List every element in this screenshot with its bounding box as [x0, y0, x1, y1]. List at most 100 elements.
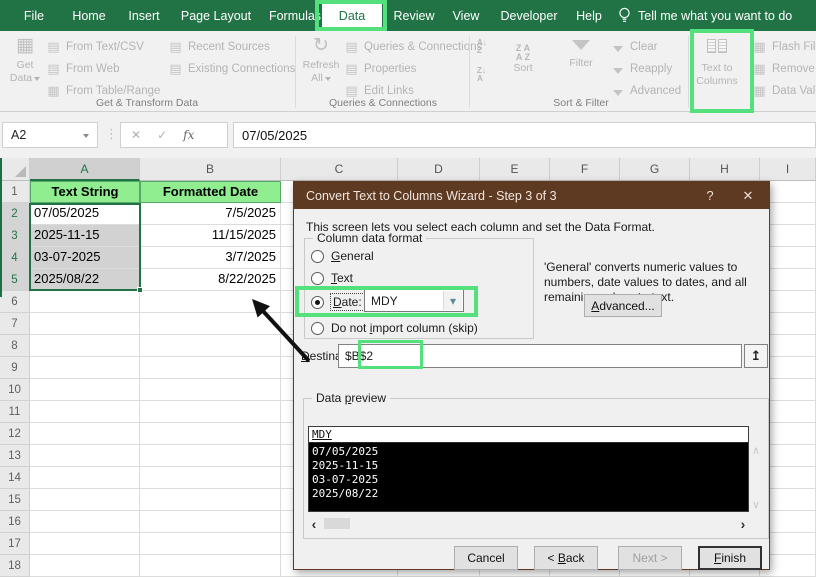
filter-button[interactable]: Filter	[558, 33, 604, 70]
col-header-D[interactable]: D	[398, 158, 480, 181]
tab-developer[interactable]: Developer	[492, 0, 566, 31]
cell-B7[interactable]	[140, 313, 281, 335]
cell-B17[interactable]	[140, 533, 281, 555]
row-header-7[interactable]: 7	[0, 313, 30, 335]
tab-data[interactable]: Data	[322, 0, 382, 31]
radio-general[interactable]: General	[311, 248, 374, 264]
cell-A3[interactable]: 2025-11-15	[30, 225, 140, 247]
cell-B5[interactable]: 8/22/2025	[140, 269, 281, 291]
row-header-11[interactable]: 11	[0, 401, 30, 423]
tab-home[interactable]: Home	[62, 0, 116, 31]
col-header-F[interactable]: F	[550, 158, 620, 181]
cell-A2[interactable]: 07/05/2025	[30, 203, 140, 225]
tab-review[interactable]: Review	[386, 0, 442, 31]
cell-A7[interactable]	[30, 313, 140, 335]
from-web-button[interactable]: ▤From Web	[46, 59, 119, 79]
cell-A5[interactable]: 2025/08/22	[30, 269, 140, 291]
cell-A4[interactable]: 03-07-2025	[30, 247, 140, 269]
cell-A8[interactable]	[30, 335, 140, 357]
formula-input[interactable]: 07/05/2025	[233, 122, 816, 148]
preview-horizontal-scrollbar[interactable]: ‹ ›	[308, 516, 749, 531]
cell-A14[interactable]	[30, 467, 140, 489]
tab-insert[interactable]: Insert	[118, 0, 170, 31]
cell-B16[interactable]	[140, 511, 281, 533]
enter-entry-icon[interactable]: ✓	[157, 128, 167, 142]
sort-ascending-button[interactable]: A↓Z	[477, 37, 487, 57]
col-header-C[interactable]: C	[281, 158, 398, 181]
radio-skip-column[interactable]: Do not import column (skip)	[311, 320, 478, 336]
destination-input[interactable]: $B$2	[338, 344, 742, 368]
row-header-16[interactable]: 16	[0, 511, 30, 533]
row-header-1[interactable]: 1	[0, 181, 30, 203]
cell-A10[interactable]	[30, 379, 140, 401]
get-data-button[interactable]: ▦ Get Data	[2, 33, 48, 85]
select-all-corner[interactable]	[0, 158, 30, 181]
scroll-left-icon[interactable]: ‹	[308, 516, 320, 532]
col-header-I[interactable]: I	[760, 158, 816, 181]
properties-button[interactable]: ▤Properties	[344, 59, 416, 79]
name-box[interactable]: A2	[2, 122, 98, 148]
date-format-dropdown[interactable]: MDY ▾	[364, 289, 464, 312]
finish-button[interactable]: Finish	[698, 546, 762, 570]
cancel-entry-icon[interactable]: ✕	[131, 128, 141, 142]
recent-sources-button[interactable]: ▤Recent Sources	[168, 37, 270, 57]
back-button[interactable]: < Back	[534, 546, 598, 570]
col-header-G[interactable]: G	[620, 158, 690, 181]
row-header-4[interactable]: 4	[0, 247, 30, 269]
name-box-caret-icon[interactable]	[83, 134, 89, 138]
cell-A6[interactable]	[30, 291, 140, 313]
data-validation-button[interactable]: ▦Data Valid	[752, 81, 816, 101]
col-header-A[interactable]: A	[30, 158, 140, 181]
col-header-E[interactable]: E	[480, 158, 550, 181]
col-header-H[interactable]: H	[690, 158, 760, 181]
flash-fill-button[interactable]: ▦Flash Fill	[752, 37, 816, 57]
cell-B6[interactable]	[140, 291, 281, 313]
row-header-6[interactable]: 6	[0, 291, 30, 313]
row-header-14[interactable]: 14	[0, 467, 30, 489]
cell-A16[interactable]	[30, 511, 140, 533]
radio-text[interactable]: Text	[311, 270, 353, 286]
reapply-button[interactable]: Reapply	[610, 59, 672, 79]
collapse-dialog-button[interactable]: ↥	[744, 344, 768, 368]
from-text-csv-button[interactable]: ▤From Text/CSV	[46, 37, 144, 57]
cell-B8[interactable]	[140, 335, 281, 357]
tab-view[interactable]: View	[442, 0, 490, 31]
dialog-help-button[interactable]: ?	[695, 182, 725, 209]
row-header-5[interactable]: 5	[0, 269, 30, 291]
tab-formulas[interactable]: Formulas	[262, 0, 328, 31]
existing-connections-button[interactable]: ▤Existing Connections	[168, 59, 295, 79]
cell-B18[interactable]	[140, 555, 281, 577]
cell-B14[interactable]	[140, 467, 281, 489]
col-header-B[interactable]: B	[140, 158, 281, 181]
cancel-button[interactable]: Cancel	[454, 546, 518, 570]
cell-B1[interactable]: Formatted Date	[140, 181, 281, 203]
preview-table[interactable]: MDY 07/05/2025 2025-11-15 03-07-2025 202…	[308, 426, 749, 512]
cell-B2[interactable]: 7/5/2025	[140, 203, 281, 225]
cell-B11[interactable]	[140, 401, 281, 423]
sort-button[interactable]: Z AA Z Sort	[500, 33, 546, 75]
dialog-close-button[interactable]: ✕	[731, 182, 765, 209]
cell-B13[interactable]	[140, 445, 281, 467]
row-header-18[interactable]: 18	[0, 555, 30, 577]
cell-A12[interactable]	[30, 423, 140, 445]
scroll-down-icon[interactable]: ∨	[752, 498, 760, 511]
tab-page-layout[interactable]: Page Layout	[172, 0, 260, 31]
tab-file[interactable]: File	[8, 0, 60, 31]
cell-A18[interactable]	[30, 555, 140, 577]
text-to-columns-button[interactable]: Text to Columns	[694, 33, 740, 88]
cell-B15[interactable]	[140, 489, 281, 511]
clear-filter-button[interactable]: Clear	[610, 37, 657, 57]
cell-A1[interactable]: Text String	[30, 181, 140, 203]
row-header-17[interactable]: 17	[0, 533, 30, 555]
cell-B4[interactable]: 3/7/2025	[140, 247, 281, 269]
cell-B9[interactable]	[140, 357, 281, 379]
preview-column-header[interactable]: MDY	[309, 427, 748, 443]
radio-date[interactable]: Date:	[311, 294, 364, 310]
row-header-10[interactable]: 10	[0, 379, 30, 401]
combo-chevron-down-icon[interactable]: ▾	[443, 291, 462, 310]
row-header-13[interactable]: 13	[0, 445, 30, 467]
queries-connections-button[interactable]: ▤Queries & Connections	[344, 37, 482, 57]
refresh-all-button[interactable]: ↻ Refresh All	[298, 33, 344, 85]
insert-function-icon[interactable]: fx	[183, 128, 194, 142]
tell-me-box[interactable]: Tell me what you want to do	[618, 0, 792, 31]
